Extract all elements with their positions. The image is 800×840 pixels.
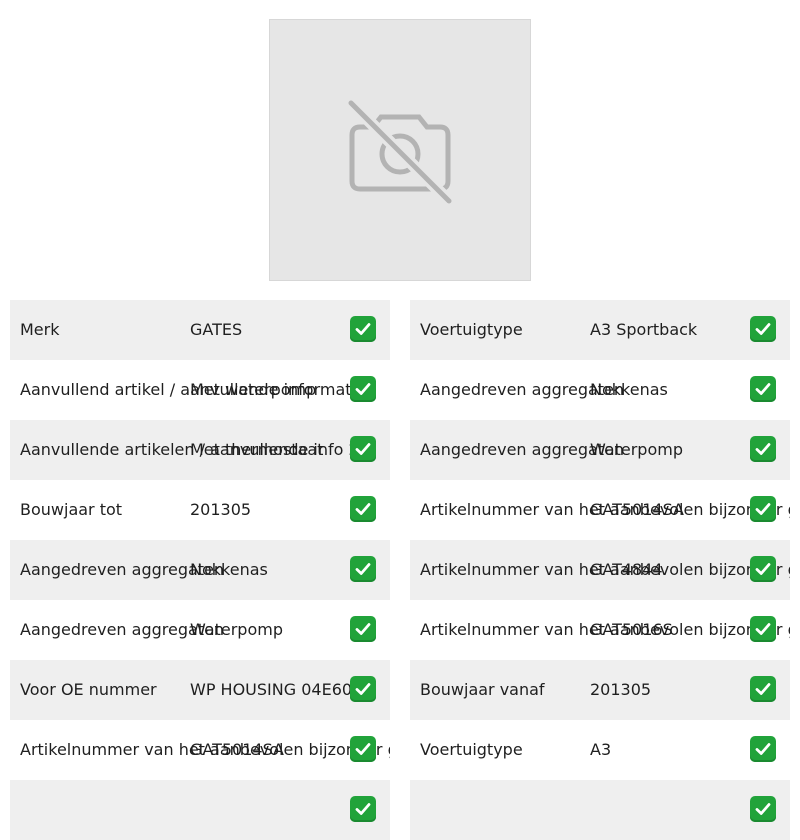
spec-value: Waterpomp	[590, 440, 683, 459]
spec-value: GAT5014SA	[590, 500, 684, 519]
spec-row: Voertuigtype A3	[410, 720, 790, 780]
spec-row: Aanvullend artikel / aanvullende informa…	[10, 360, 390, 420]
spec-row: Merk GATES	[10, 300, 390, 360]
spec-row: Artikelnummer van het aanbevolen bijzond…	[410, 600, 790, 660]
specs-table-left: Merk GATES Aanvullend artikel / aanvulle…	[10, 300, 390, 840]
spec-value: Waterpomp	[190, 620, 283, 639]
spec-value: Met waterpomp	[190, 380, 317, 399]
spec-row: Aanvullende artikelen / aanvullende info…	[10, 420, 390, 480]
spec-value: GAT4844	[590, 560, 663, 579]
spec-value: 201305	[590, 680, 652, 699]
spec-value: GATES	[190, 320, 243, 339]
check-mark-icon	[350, 436, 376, 462]
spec-row: Aangedreven aggregaten Nokkenas	[410, 360, 790, 420]
check-mark-icon	[350, 676, 376, 702]
spec-row: Voertuigtype A3 Sportback	[410, 300, 790, 360]
spec-label: Bouwjaar vanaf	[420, 680, 545, 699]
spec-label: Voertuigtype	[420, 740, 523, 759]
check-mark-icon	[350, 316, 376, 342]
check-mark-icon	[350, 616, 376, 642]
check-mark-icon	[750, 316, 776, 342]
spec-value: Nokkenas	[190, 560, 268, 579]
spec-row: Aangedreven aggregaten Waterpomp	[410, 420, 790, 480]
spec-value: A3 Sportback	[590, 320, 698, 339]
spec-value: GAT5016S	[590, 620, 673, 639]
check-mark-icon	[750, 736, 776, 762]
spec-row	[410, 780, 790, 840]
spec-row: Bouwjaar vanaf 201305	[410, 660, 790, 720]
spec-value: Nokkenas	[590, 380, 668, 399]
spec-row	[10, 780, 390, 840]
spec-value: GAT5014SA	[190, 740, 284, 759]
spec-row: Aangedreven aggregaten Nokkenas	[10, 540, 390, 600]
check-mark-icon	[750, 556, 776, 582]
spec-value: WP HOUSING 04E600	[190, 680, 363, 699]
check-mark-icon	[750, 376, 776, 402]
spec-label: Voertuigtype	[420, 320, 523, 339]
check-mark-icon	[750, 616, 776, 642]
spec-row: Bouwjaar tot 201305	[10, 480, 390, 540]
spec-row: Artikelnummer van het aanbevolen bijzond…	[10, 720, 390, 780]
specs-table-right: Voertuigtype A3 Sportback Aangedreven ag…	[410, 300, 790, 840]
check-mark-icon	[350, 736, 376, 762]
check-mark-icon	[350, 556, 376, 582]
check-mark-icon	[750, 496, 776, 522]
check-mark-icon	[350, 376, 376, 402]
check-mark-icon	[750, 436, 776, 462]
spec-row: Voor OE nummer WP HOUSING 04E600	[10, 660, 390, 720]
no-image-camera-icon	[347, 99, 453, 205]
spec-label: Voor OE nummer	[20, 680, 157, 699]
spec-label: Bouwjaar tot	[20, 500, 123, 519]
product-image-placeholder	[269, 19, 531, 281]
spec-row: Artikelnummer van het aanbevolen bijzond…	[410, 540, 790, 600]
check-mark-icon	[750, 676, 776, 702]
spec-row: Artikelnummer van het aanbevolen bijzond…	[410, 480, 790, 540]
check-mark-icon	[350, 496, 376, 522]
spec-row: Aangedreven aggregaten Waterpomp	[10, 600, 390, 660]
spec-label: Merk	[20, 320, 60, 339]
spec-value: A3	[590, 740, 612, 759]
spec-value: 201305	[190, 500, 252, 519]
spec-value: Met thermostaat	[190, 440, 324, 459]
